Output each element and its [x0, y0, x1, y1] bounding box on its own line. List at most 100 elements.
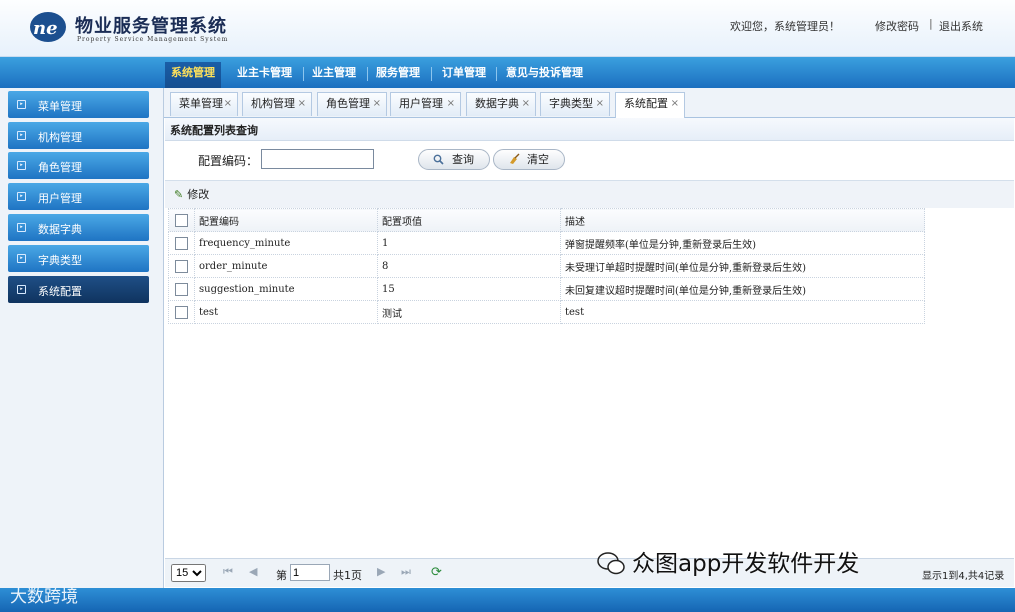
sidebar-item-label: 用户管理 — [38, 192, 82, 205]
topnav-tab-complaints[interactable]: 意见与投诉管理 — [500, 62, 589, 88]
change-password-link[interactable]: 修改密码 — [875, 18, 919, 34]
sidebar-item-menu[interactable]: ▸ 菜单管理 — [8, 91, 149, 118]
clear-button[interactable]: 清空 — [493, 149, 565, 170]
column-header-code[interactable]: 配置编码 — [194, 208, 378, 232]
close-icon[interactable]: × — [671, 93, 679, 115]
search-icon — [433, 150, 444, 171]
expand-icon: ▸ — [17, 254, 26, 263]
sidebar-item-user[interactable]: ▸ 用户管理 — [8, 183, 149, 210]
close-icon[interactable]: × — [522, 93, 530, 115]
top-nav: 系统管理 业主卡管理 业主管理 服务管理 订单管理 意见与投诉管理 — [0, 57, 1015, 88]
nav-divider — [367, 67, 368, 81]
clear-button-label: 清空 — [527, 153, 549, 166]
sidebar-item-role[interactable]: ▸ 角色管理 — [8, 152, 149, 179]
panel-title-text: 系统配置列表查询 — [170, 124, 258, 137]
row-select-cell — [168, 300, 195, 324]
topnav-tab-system[interactable]: 系统管理 — [165, 62, 221, 88]
row-checkbox[interactable] — [175, 305, 188, 319]
tab-user[interactable]: 用户管理 × — [390, 92, 461, 116]
close-icon[interactable]: × — [373, 93, 381, 115]
sidebar-item-org[interactable]: ▸ 机构管理 — [8, 122, 149, 149]
edit-button[interactable]: ✎ 修改 — [174, 186, 209, 202]
row-select-cell — [168, 231, 195, 255]
expand-icon: ▸ — [17, 161, 26, 170]
close-icon[interactable]: × — [596, 93, 604, 115]
sidebar-item-dictionary[interactable]: ▸ 数据字典 — [8, 214, 149, 241]
cell-value: 1 — [377, 231, 561, 255]
query-button-label: 查询 — [452, 153, 474, 166]
row-select-cell — [168, 277, 195, 301]
refresh-icon[interactable]: ⟳ — [431, 565, 442, 580]
tab-dict-type[interactable]: 字典类型 × — [540, 92, 610, 116]
footer-watermark: 大数跨境 — [10, 582, 78, 607]
cell-desc: 未受理订单超时提醒时间(单位是分钟,重新登录后生效) — [560, 254, 925, 278]
expand-icon: ▸ — [17, 285, 26, 294]
nav-divider — [303, 67, 304, 81]
close-icon[interactable]: × — [224, 93, 232, 115]
row-checkbox[interactable] — [175, 259, 188, 273]
sidebar-item-label: 机构管理 — [38, 131, 82, 144]
close-icon[interactable]: × — [447, 93, 455, 115]
footer-watermark-text: 大数跨境 — [10, 587, 78, 607]
column-header-desc[interactable]: 描述 — [560, 208, 925, 232]
sidebar-item-system-config[interactable]: ▸ 系统配置 — [8, 276, 149, 303]
config-code-input[interactable] — [261, 149, 374, 169]
expand-icon: ▸ — [17, 223, 26, 232]
table-row[interactable]: test 测试 test — [168, 300, 925, 324]
cell-value: 8 — [377, 254, 561, 278]
tab-org[interactable]: 机构管理 × — [242, 92, 312, 116]
cell-code: order_minute — [194, 254, 378, 278]
close-icon[interactable]: × — [298, 93, 306, 115]
row-checkbox[interactable] — [175, 282, 188, 296]
welcome-text: 欢迎您，系统管理员！ — [730, 20, 840, 33]
query-button[interactable]: 查询 — [418, 149, 490, 170]
sidebar-item-label: 角色管理 — [38, 161, 82, 174]
page-number-input[interactable] — [290, 564, 330, 581]
topnav-tab-owner[interactable]: 业主管理 — [306, 62, 362, 88]
logout-link[interactable]: 退出系统 — [939, 18, 983, 34]
nav-divider — [496, 67, 497, 81]
table-row[interactable]: suggestion_minute 15 未回复建议超时提醒时间(单位是分钟,重… — [168, 277, 925, 301]
config-table: 配置编码 配置项值 描述 frequency_minute 1 弹窗提醒频率(单… — [168, 208, 925, 324]
prev-page-icon[interactable]: ◀ — [249, 565, 257, 578]
cell-code: frequency_minute — [194, 231, 378, 255]
page-size-select[interactable]: 15 — [171, 564, 206, 582]
table-row[interactable]: order_minute 8 未受理订单超时提醒时间(单位是分钟,重新登录后生效… — [168, 254, 925, 278]
topnav-tab-service[interactable]: 服务管理 — [370, 62, 426, 88]
expand-icon: ▸ — [17, 192, 26, 201]
config-code-label: 配置编码： — [198, 154, 259, 168]
table-header-row: 配置编码 配置项值 描述 — [168, 208, 925, 232]
tab-dictionary[interactable]: 数据字典 × — [466, 92, 536, 116]
sidebar: ▸ 菜单管理 ▸ 机构管理 ▸ 角色管理 ▸ 用户管理 ▸ 数据字典 ▸ 字典类型 ▸ 系统配… — [0, 88, 164, 588]
tab-role[interactable]: 角色管理 × — [317, 92, 387, 116]
column-header-value[interactable]: 配置项值 — [377, 208, 561, 232]
expand-icon: ▸ — [17, 131, 26, 140]
cell-value: 测试 — [377, 300, 561, 324]
next-page-icon[interactable]: ▶ — [377, 565, 385, 578]
select-all-checkbox[interactable] — [175, 213, 188, 227]
cell-desc: 未回复建议超时提醒时间(单位是分钟,重新登录后生效) — [560, 277, 925, 301]
cell-code: test — [194, 300, 378, 324]
tab-system-config[interactable]: 系统配置 × — [615, 92, 685, 118]
sidebar-item-label: 字典类型 — [38, 254, 82, 267]
select-all-cell — [168, 208, 195, 232]
tab-label: 系统配置 — [624, 97, 668, 110]
topnav-tab-owner-card[interactable]: 业主卡管理 — [231, 62, 298, 88]
tab-label: 用户管理 — [399, 97, 443, 110]
row-checkbox[interactable] — [175, 236, 188, 250]
header: ne 物业服务管理系统 Property Service Management … — [0, 0, 1015, 57]
tab-label: 菜单管理 — [179, 97, 223, 110]
sidebar-item-dict-type[interactable]: ▸ 字典类型 — [8, 245, 149, 272]
broom-icon — [508, 150, 520, 171]
table-row[interactable]: frequency_minute 1 弹窗提醒频率(单位是分钟,重新登录后生效) — [168, 231, 925, 255]
page-tabbar: 菜单管理 × 机构管理 × 角色管理 × 用户管理 × 数据字典 × 字典类型 × 系统配置… — [164, 88, 1015, 118]
cell-code: suggestion_minute — [194, 277, 378, 301]
first-page-icon[interactable]: ⏮ — [223, 565, 233, 579]
tab-label: 字典类型 — [549, 97, 593, 110]
wechat-icon — [597, 552, 625, 575]
ne-logo-icon: ne — [30, 12, 66, 42]
last-page-icon[interactable]: ⏭ — [401, 565, 411, 579]
tab-menu[interactable]: 菜单管理 × — [170, 92, 238, 116]
edit-button-label: 修改 — [187, 188, 210, 201]
topnav-tab-order[interactable]: 订单管理 — [436, 62, 492, 88]
